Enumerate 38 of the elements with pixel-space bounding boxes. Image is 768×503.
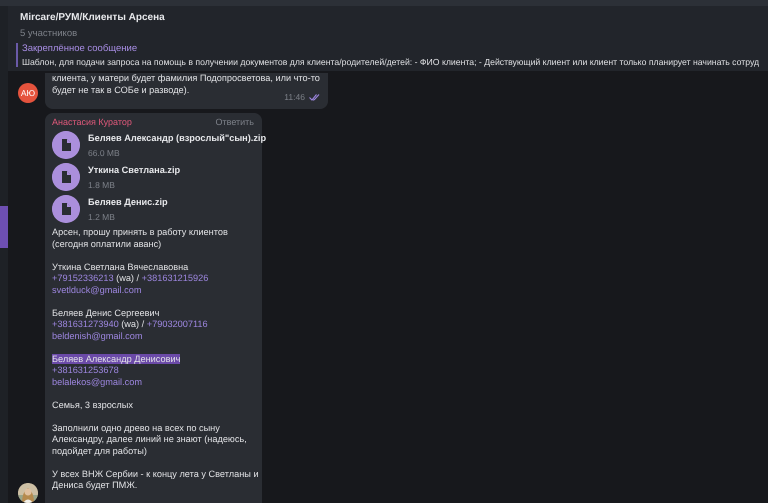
message-text: Александру, далее линий не знают (надеюсь,: [52, 434, 248, 446]
member-count: 5 участников: [20, 28, 78, 39]
contact-link[interactable]: belalekos@gmail.com: [52, 376, 142, 386]
contact-link[interactable]: beldenish@gmail.com: [52, 330, 143, 340]
contact-link[interactable]: +79032007116: [146, 319, 208, 329]
file-icon[interactable]: [52, 163, 80, 191]
reply-button[interactable]: Ответить: [216, 116, 254, 128]
message-text: подойдет для работы): [52, 446, 148, 457]
user-avatar[interactable]: АЮ: [18, 82, 38, 102]
file-name[interactable]: Беляев Денис.zip: [88, 196, 168, 208]
contact-link[interactable]: +381631215926: [142, 273, 208, 283]
file-size: 1.2 MB: [88, 212, 116, 222]
file-name[interactable]: Беляев Александр (взрослый"сын).zip: [88, 132, 266, 144]
chat-title: Mircare/РУМ/Клиенты Арсена: [20, 12, 166, 23]
contact-link[interactable]: svetlduck@gmail.com: [52, 284, 142, 294]
message-text: (wa) /: [120, 319, 146, 329]
message-time: 11:46: [284, 92, 305, 104]
message-text: клиента, у матери будет фамилия Подопросветова, или что-то: [52, 73, 320, 84]
chat-list-highlight: [0, 206, 8, 248]
message-text: Арсен, прошу принять в работу клиентов: [52, 227, 229, 238]
file-size: 1.8 MB: [88, 180, 116, 190]
message-text: Семья, 3 взрослых: [52, 400, 134, 411]
file-name[interactable]: Уткина Светлана.zip: [88, 164, 180, 176]
message-text: (сегодня оплатили аванс): [52, 238, 162, 250]
contact-link[interactable]: +79152336213: [52, 273, 114, 283]
file-icon[interactable]: [52, 131, 80, 159]
message-text: будет не так в СОБе и разводе).: [52, 84, 190, 96]
message-text: Уткина Светлана Вячеславовна: [52, 262, 190, 273]
file-icon[interactable]: [52, 195, 80, 223]
message-text: Дениса будет ПМЖ.: [52, 480, 138, 492]
file-size: 66.0 MB: [88, 148, 121, 158]
contact-link[interactable]: +381631273940: [52, 319, 119, 329]
contact-link[interactable]: +381631253678: [52, 365, 119, 375]
message-text: Беляев Денис Сергеевич: [52, 308, 160, 319]
message-text: Беляев Александр Денисович: [52, 354, 182, 365]
message-text: (wa) /: [115, 273, 140, 283]
sender-name[interactable]: Анастасия Куратор: [52, 116, 132, 128]
message-text: Заполнили одно древо на всех по сыну: [52, 422, 221, 434]
